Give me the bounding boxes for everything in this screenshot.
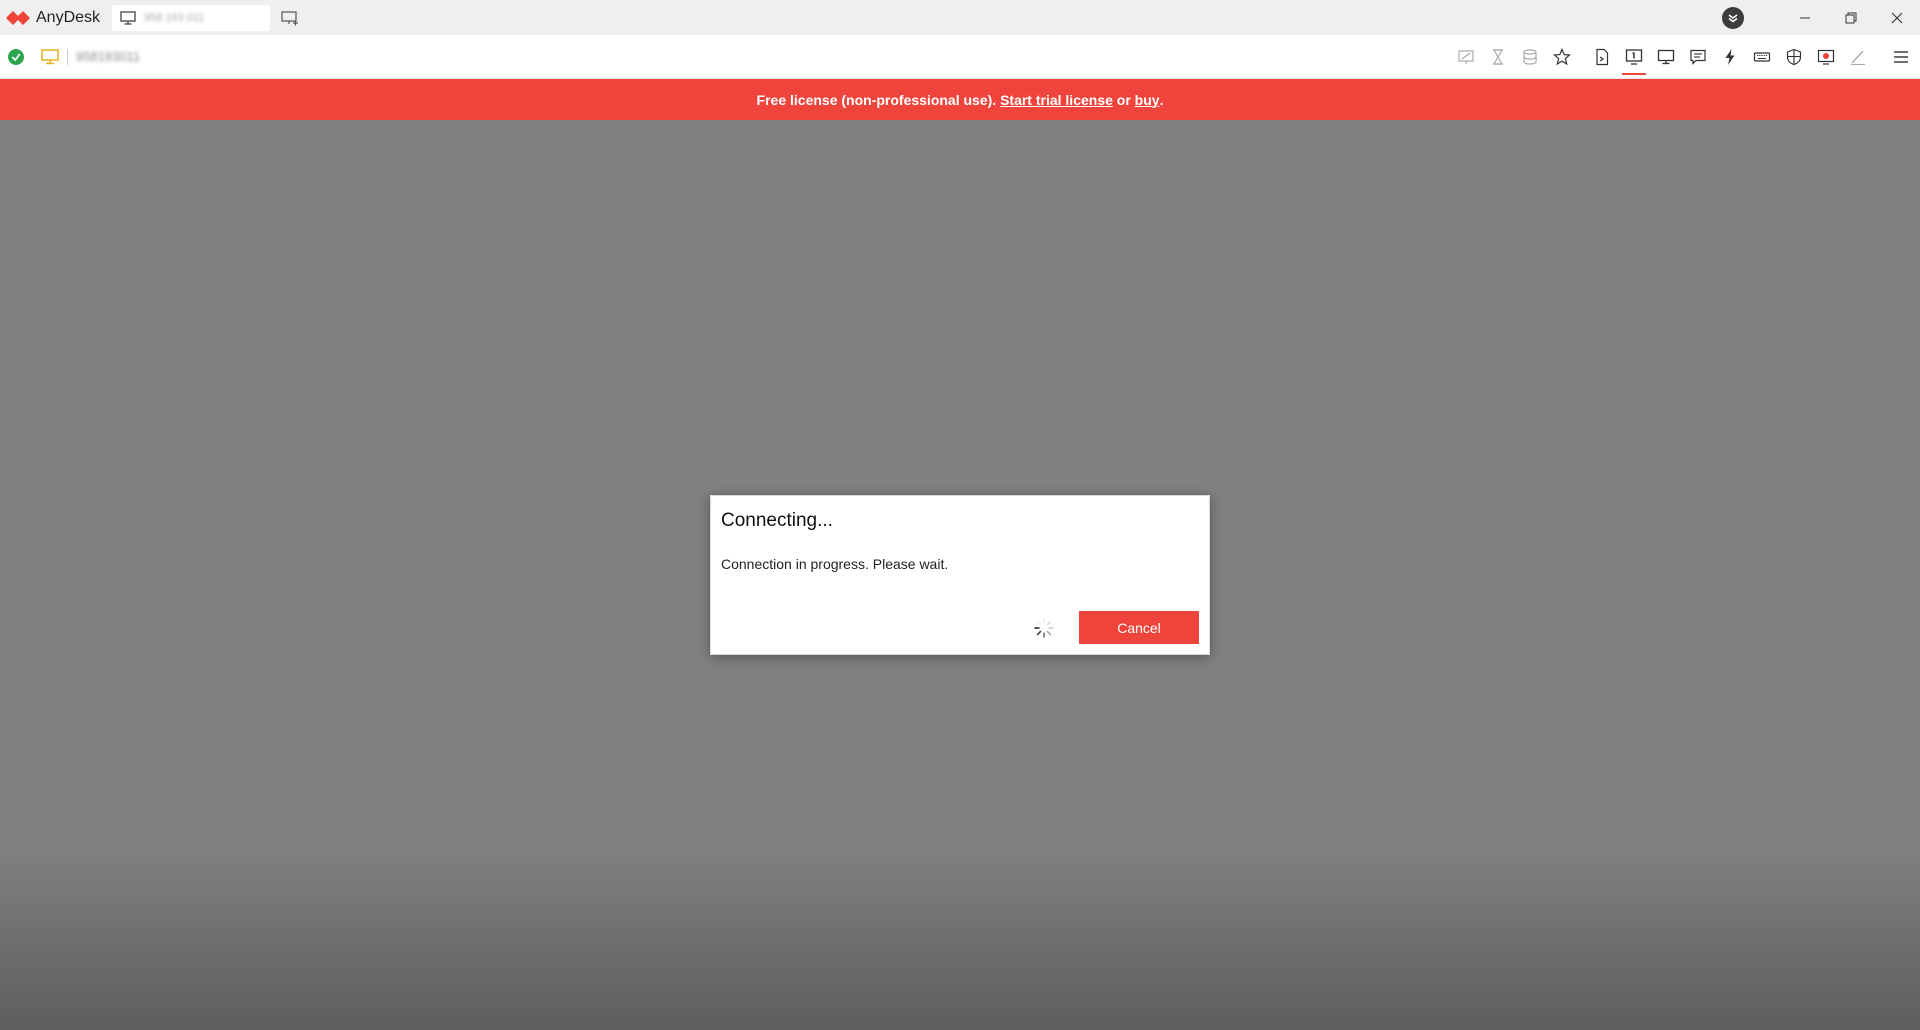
app-name: AnyDesk: [36, 8, 101, 26]
app-logo: AnyDesk: [6, 0, 100, 35]
session-toolbar: 958193011: [0, 35, 1920, 79]
license-text: Free license (non-professional use).: [756, 91, 1001, 108]
tab-label: 958 193 011: [144, 11, 205, 24]
chat-icon: [1690, 49, 1706, 65]
connection-status-icon: [8, 48, 24, 65]
star-icon: [1553, 48, 1571, 66]
session-tab[interactable]: 958 193 011: [112, 4, 271, 31]
pen-icon: [1851, 50, 1865, 65]
remote-id: 958193011: [76, 49, 141, 64]
close-button[interactable]: [1874, 0, 1920, 35]
monitor-icon: [120, 10, 136, 25]
license-suffix: .: [1159, 91, 1164, 108]
dialog-title: Connecting...: [721, 510, 833, 531]
database-button[interactable]: [1514, 35, 1546, 79]
license-or-text: or: [1112, 91, 1135, 108]
pen-button[interactable]: [1842, 35, 1874, 79]
display-button[interactable]: [1650, 35, 1682, 79]
buy-link[interactable]: buy: [1135, 92, 1160, 108]
connecting-dialog: Connecting... Connection in progress. Pl…: [710, 495, 1210, 655]
record-button[interactable]: [1810, 35, 1842, 79]
title-bar: AnyDesk 958 193 011: [0, 0, 1920, 35]
restore-icon: [1845, 12, 1857, 23]
loading-spinner-icon: [1034, 618, 1054, 638]
monitor-1-icon: [1625, 49, 1643, 65]
anydesk-logo-icon: [6, 10, 30, 25]
restore-button[interactable]: [1828, 0, 1874, 35]
monitor-1-button[interactable]: [1618, 35, 1650, 79]
privacy-shield-icon: [1786, 48, 1802, 66]
toolbar-divider: [67, 48, 68, 65]
close-icon: [1891, 12, 1903, 23]
menu-icon: [1894, 51, 1908, 63]
favorite-button[interactable]: [1546, 35, 1578, 79]
cancel-button[interactable]: Cancel: [1079, 611, 1199, 644]
minimize-button[interactable]: [1782, 0, 1828, 35]
notification-button[interactable]: [1722, 6, 1744, 29]
chevron-double-down-icon: [1728, 13, 1738, 22]
start-trial-link[interactable]: Start trial license: [1000, 92, 1113, 108]
hourglass-icon: [1492, 49, 1504, 65]
dialog-message: Connection in progress. Please wait.: [721, 556, 949, 572]
toolbar-actions: [1450, 35, 1920, 79]
minimize-icon: [1800, 17, 1810, 18]
license-banner: Free license (non-professional use). Sta…: [0, 79, 1920, 120]
keyboard-icon: [1753, 52, 1771, 62]
new-session-icon: [281, 10, 299, 25]
new-tab-button[interactable]: [280, 8, 300, 28]
menu-button[interactable]: [1882, 35, 1920, 79]
file-transfer-button[interactable]: [1586, 35, 1618, 79]
screen-annotate-icon: [1458, 50, 1474, 64]
actions-button[interactable]: [1714, 35, 1746, 79]
remote-monitor-icon[interactable]: [41, 48, 59, 65]
privacy-button[interactable]: [1778, 35, 1810, 79]
keyboard-button[interactable]: [1746, 35, 1778, 79]
record-icon: [1817, 49, 1835, 65]
display-icon: [1657, 49, 1675, 65]
chat-button[interactable]: [1682, 35, 1714, 79]
screen-annotate-button[interactable]: [1450, 35, 1482, 79]
database-icon: [1523, 49, 1537, 65]
lightning-icon: [1725, 49, 1735, 65]
file-transfer-icon: [1596, 48, 1609, 66]
hourglass-button[interactable]: [1482, 35, 1514, 79]
